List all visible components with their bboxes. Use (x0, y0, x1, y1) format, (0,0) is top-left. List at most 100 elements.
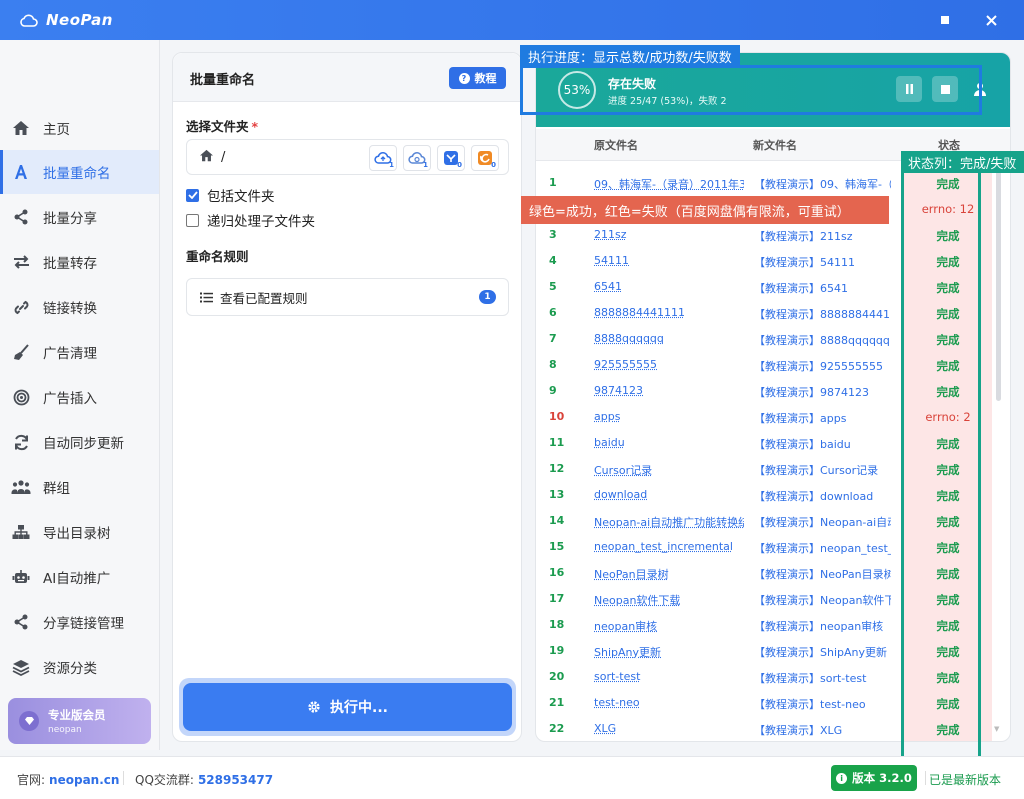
diamond-icon (19, 711, 39, 731)
picker-count: 1 (423, 161, 428, 169)
color-annotation-label: 绿色=成功，红色=失败（百度网盘偶有限流，可重试） (521, 196, 889, 224)
row-index: 6 (549, 306, 557, 319)
qq-info: QQ交流群: 528953477 (135, 771, 273, 788)
aliyun-picker-button[interactable]: 1 (403, 145, 431, 171)
sidebar-item-label: 资源分类 (43, 661, 97, 677)
uc-picker-button[interactable]: 0 (471, 145, 499, 171)
sidebar-item-batch-share[interactable]: 批量分享 (0, 195, 159, 239)
status-annotation-box (901, 170, 981, 768)
layers-icon (10, 656, 32, 678)
row-original-name[interactable]: sort-test (594, 670, 744, 683)
row-original-name[interactable]: neopan审核 (594, 618, 744, 634)
sidebar-item-batch-rename[interactable]: 批量重命名 (0, 150, 159, 194)
row-new-name: 【教程演示】6541 (754, 282, 848, 295)
site-link[interactable]: neopan.cn (49, 773, 119, 787)
row-original-name[interactable]: 8888884441111 (594, 306, 744, 319)
row-index: 1 (549, 176, 557, 189)
row-index: 11 (549, 436, 565, 449)
row-original-name[interactable]: 54111 (594, 254, 744, 267)
scroll-down-icon[interactable]: ▼ (994, 725, 999, 733)
row-new-name: 【教程演示】54111 (754, 256, 855, 269)
row-original-name[interactable]: 8888qqqqqq (594, 332, 744, 345)
row-original-name[interactable]: Neopan-ai自动推广功能转换结 (594, 514, 744, 530)
rename-config-panel: 批量重命名 ? 教程 选择文件夹 * / 1 1 0 0 包括文件夹 递归处理子… (172, 52, 522, 742)
check-icon (187, 191, 198, 199)
row-index: 7 (549, 332, 557, 345)
folder-selector[interactable]: / 1 1 0 0 (186, 139, 509, 175)
scrollbar[interactable] (996, 171, 1001, 401)
row-original-name[interactable]: 09、韩海军-（录音）2011年3月 (594, 176, 744, 192)
sidebar-item-resource-category[interactable]: 资源分类 (0, 645, 159, 689)
row-index: 16 (549, 566, 565, 579)
view-rules-button[interactable]: 查看已配置规则 1 (186, 278, 509, 316)
row-new-name: 【教程演示】09、韩海军-（ (754, 178, 891, 191)
home-icon (199, 149, 214, 166)
pro-member-card[interactable]: 专业版会员 neopan (8, 698, 151, 744)
run-label: 执行中... (330, 700, 388, 716)
robot-icon (10, 566, 32, 588)
include-folders-option[interactable]: 包括文件夹 (186, 185, 275, 205)
pro-title: 专业版会员 (48, 708, 106, 722)
tutorial-button[interactable]: ? 教程 (449, 67, 506, 89)
sidebar-item-ad-clean[interactable]: 广告清理 (0, 330, 159, 374)
row-new-name: 【教程演示】download (754, 490, 874, 503)
row-original-name[interactable]: apps (594, 410, 744, 423)
recursive-label: 递归处理子文件夹 (207, 214, 315, 230)
row-index: 19 (549, 644, 565, 657)
recursive-option[interactable]: 递归处理子文件夹 (186, 210, 315, 230)
quark-picker-button[interactable]: 0 (437, 145, 465, 171)
folder-path-text: / (221, 150, 226, 165)
footer: 官网: neopan.cn QQ交流群: 528953477 i 版本 3.2.0 已… (0, 756, 1024, 799)
sidebar-item-ai-promo[interactable]: AI自动推广 (0, 555, 159, 599)
row-original-name[interactable]: neopan_test_incremental (594, 540, 744, 553)
row-original-name[interactable]: baidu (594, 436, 744, 449)
include-folders-checkbox[interactable] (186, 188, 199, 202)
list-icon (200, 292, 213, 303)
row-original-name[interactable]: XLG (594, 722, 744, 735)
row-new-name: 【教程演示】Neopan-ai自动 (754, 516, 891, 529)
row-original-name[interactable]: 9874123 (594, 384, 744, 397)
sidebar-item-share-manage[interactable]: 分享链接管理 (0, 600, 159, 644)
sidebar-item-home[interactable]: 主页 (0, 106, 159, 150)
row-new-name: 【教程演示】neopan_test_in (754, 542, 891, 555)
row-original-name[interactable]: Cursor记录 (594, 462, 744, 478)
baidu-cloud-picker-button[interactable]: 1 (369, 145, 397, 171)
row-index: 13 (549, 488, 565, 501)
header-original-name: 原文件名 (594, 139, 638, 152)
sidebar-item-label: 链接转换 (43, 301, 97, 317)
sidebar-item-auto-sync[interactable]: 自动同步更新 (0, 420, 159, 464)
gear-icon (307, 700, 321, 714)
tree-icon (10, 521, 32, 543)
row-index: 15 (549, 540, 565, 553)
sidebar-item-groups[interactable]: 群组 (0, 465, 159, 509)
sidebar-item-ad-insert[interactable]: 广告插入 (0, 375, 159, 419)
row-new-name: 【教程演示】NeoPan目录树 (754, 568, 891, 581)
close-button[interactable] (968, 0, 1014, 40)
row-index: 4 (549, 254, 557, 267)
version-badge[interactable]: i 版本 3.2.0 (831, 765, 917, 791)
sidebar-item-batch-transfer[interactable]: 批量转存 (0, 240, 159, 284)
row-original-name[interactable]: NeoPan目录树 (594, 566, 744, 582)
pro-username: neopan (48, 725, 82, 735)
run-button[interactable]: 执行中... (183, 683, 512, 731)
sidebar-item-label: AI自动推广 (43, 571, 111, 587)
minimize-button[interactable] (922, 0, 968, 40)
sidebar-item-link-convert[interactable]: 链接转换 (0, 285, 159, 329)
status-annotation-label: 状态列：完成/失败 (901, 151, 1024, 173)
row-original-name[interactable]: 6541 (594, 280, 744, 293)
row-original-name[interactable]: Neopan软件下载 (594, 592, 744, 608)
panel-title: 批量重命名 (190, 73, 256, 88)
sidebar-item-export-tree[interactable]: 导出目录树 (0, 510, 159, 554)
row-original-name[interactable]: 925555555 (594, 358, 744, 371)
row-original-name[interactable]: download (594, 488, 744, 501)
recursive-checkbox[interactable] (186, 213, 199, 227)
row-original-name[interactable]: 211sz (594, 228, 744, 241)
qq-number[interactable]: 528953477 (198, 773, 273, 787)
sidebar-item-label: 批量转存 (43, 256, 97, 272)
row-original-name[interactable]: test-neo (594, 696, 744, 709)
footer-divider (123, 771, 124, 785)
broom-icon (10, 341, 32, 363)
sidebar-item-label: 群组 (43, 481, 70, 497)
picker-count: 1 (389, 161, 394, 169)
row-original-name[interactable]: ShipAny更新 (594, 644, 744, 660)
